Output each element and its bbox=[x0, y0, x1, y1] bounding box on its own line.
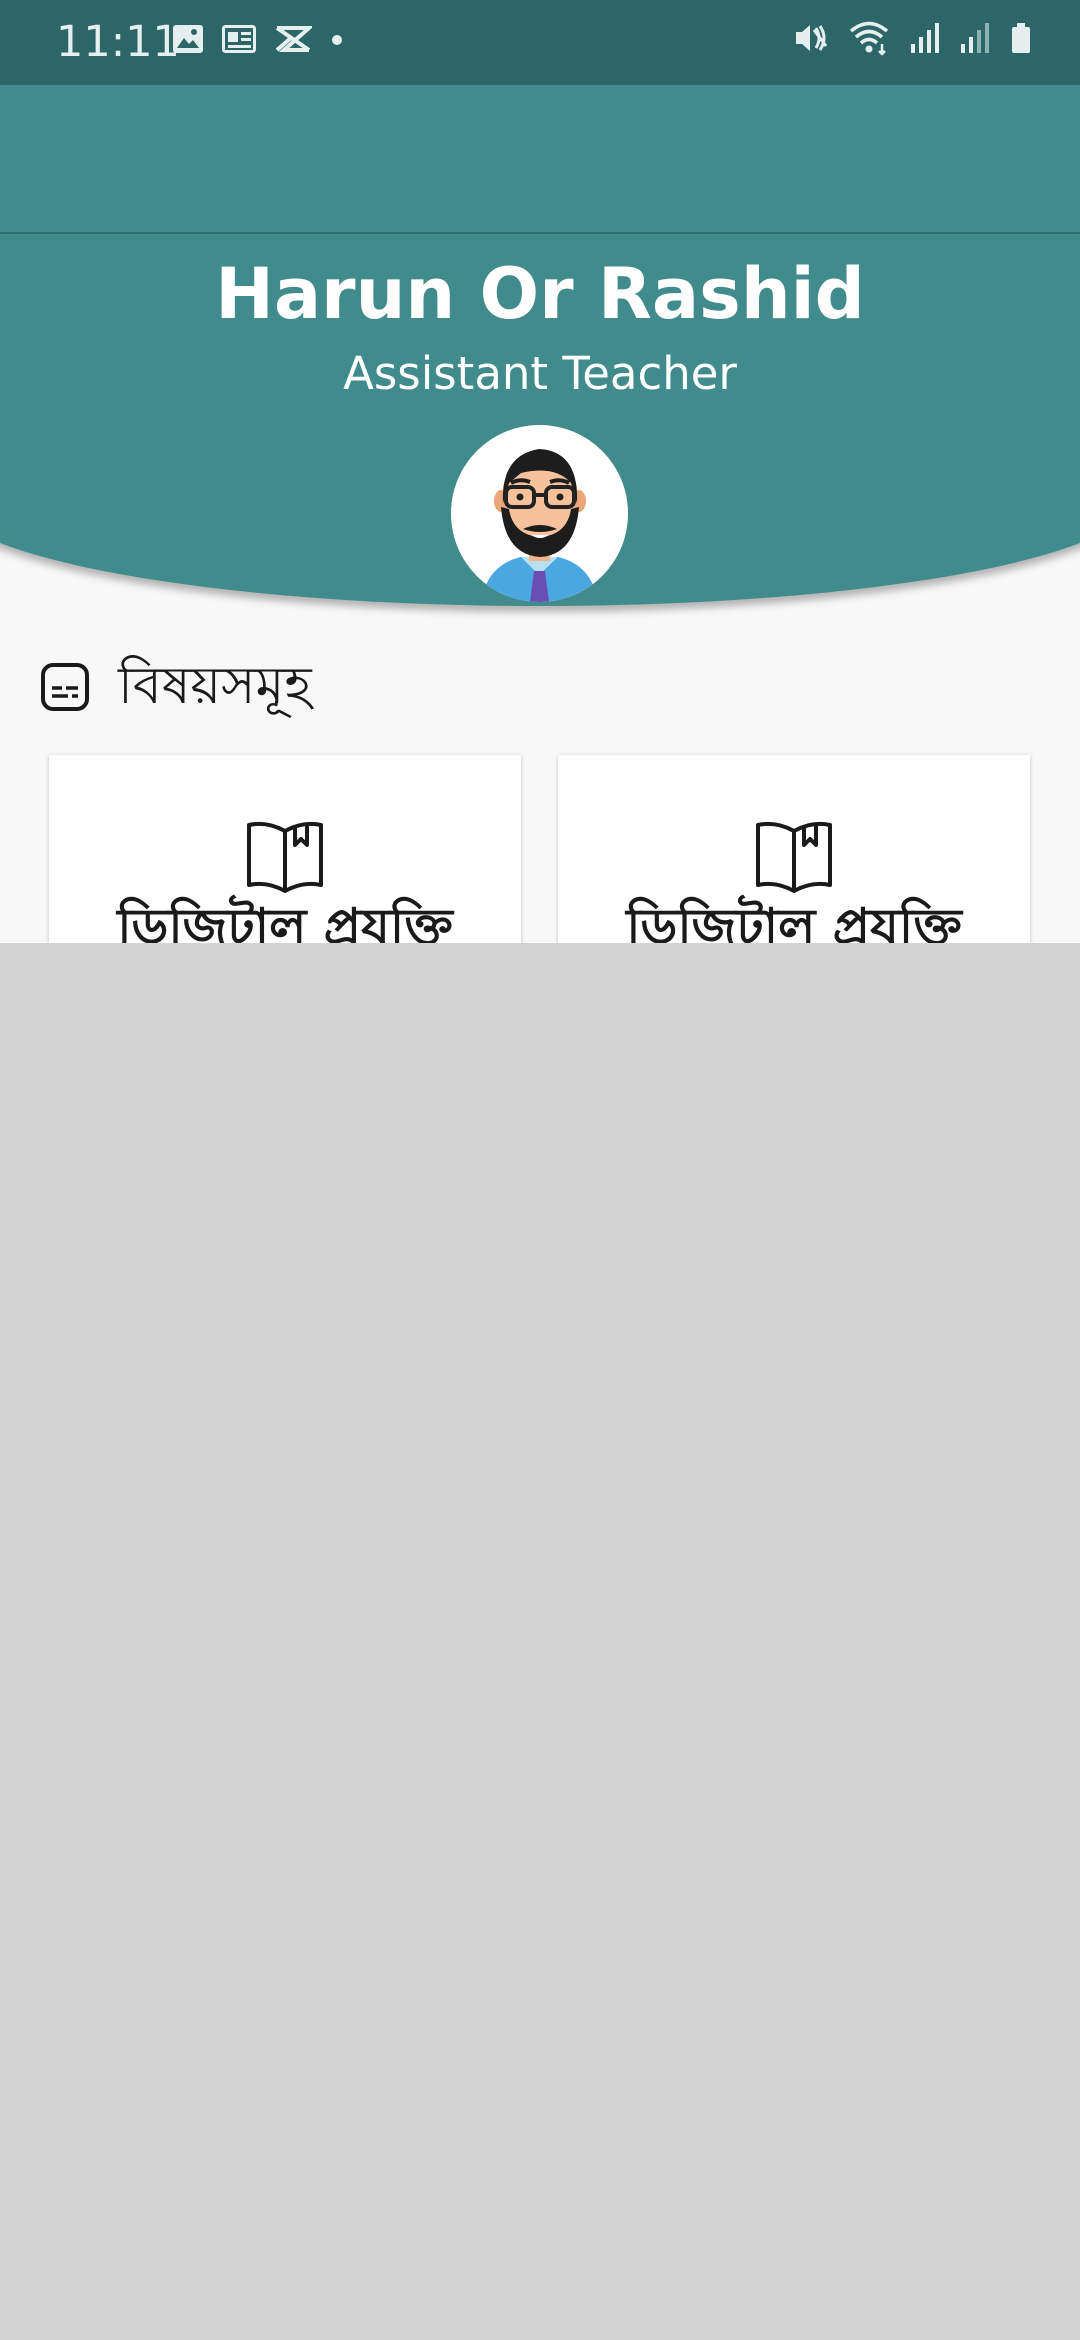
subject-card-title: ডিজিটাল প্রযুক্তি bbox=[117, 898, 453, 943]
avatar[interactable] bbox=[451, 425, 628, 602]
wifi-icon bbox=[848, 20, 890, 60]
teacher-avatar-icon bbox=[451, 425, 628, 602]
subjects-section-header: বিষয়সমূহ bbox=[40, 645, 312, 732]
subject-card-title: ডিজিটাল প্রযুক্তি bbox=[626, 898, 962, 943]
image-icon bbox=[172, 24, 204, 58]
system-icons bbox=[792, 20, 1032, 60]
battery-icon bbox=[1010, 22, 1032, 58]
signal-icon bbox=[960, 22, 990, 58]
dot-icon bbox=[330, 32, 344, 51]
mute-icon bbox=[792, 20, 828, 60]
status-time: 11:11 bbox=[56, 17, 180, 67]
news-icon bbox=[222, 25, 256, 57]
status-bar: 11:11 bbox=[0, 0, 1080, 85]
notification-icons bbox=[172, 24, 344, 58]
subject-card[interactable]: ডিজিটাল প্রযুক্তি bbox=[49, 755, 521, 943]
app-screen: Harun Or Rashid Assistant Teacher বিষয়স… bbox=[0, 85, 1080, 943]
subject-card[interactable]: ডিজিটাল প্রযুক্তি bbox=[558, 755, 1030, 943]
book-icon bbox=[245, 817, 325, 897]
signal-icon bbox=[910, 22, 940, 58]
subjects-title: বিষয়সমূহ bbox=[118, 656, 312, 716]
book-icon bbox=[754, 817, 834, 897]
profile-role: Assistant Teacher bbox=[343, 347, 737, 400]
capcut-icon bbox=[274, 25, 315, 57]
toolbar bbox=[0, 85, 1080, 234]
subtitles-icon bbox=[40, 662, 90, 716]
profile-name: Harun Or Rashid bbox=[215, 253, 865, 335]
